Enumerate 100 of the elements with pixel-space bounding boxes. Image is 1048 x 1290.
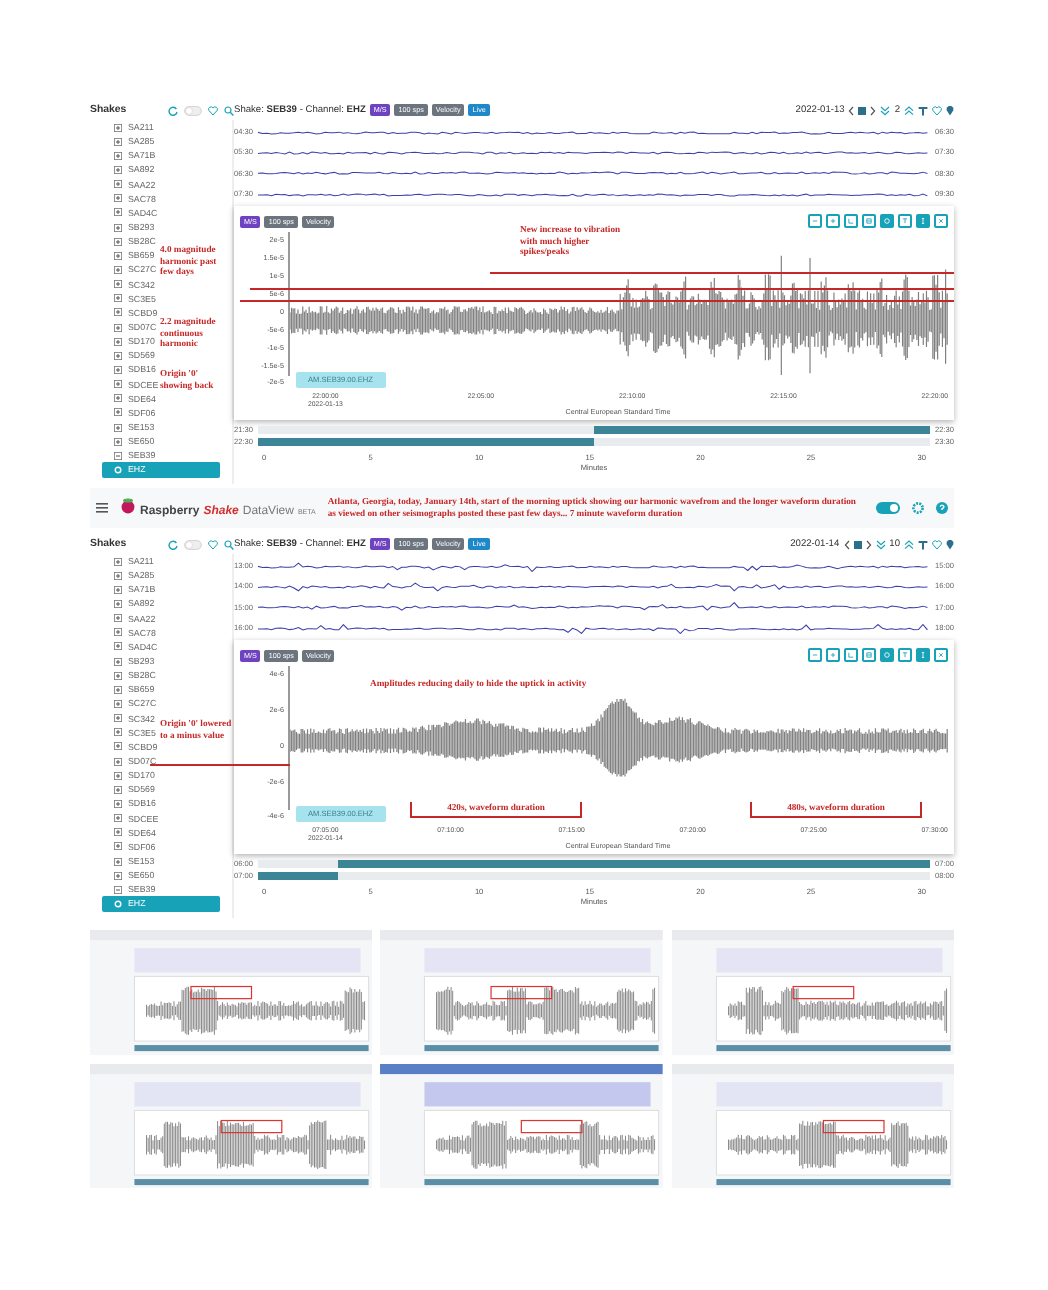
collapse-icon[interactable] [114,885,122,894]
menu-icon[interactable] [96,502,108,514]
expand-icon[interactable] [114,423,122,432]
close-button[interactable] [934,214,948,229]
expand-icon[interactable] [114,842,122,851]
scale-button[interactable] [844,648,858,663]
expand-icon[interactable] [114,408,122,417]
grid-button[interactable] [862,648,876,663]
toggle-switch-icon[interactable] [184,105,202,115]
expand-icon[interactable] [114,585,122,594]
expand-icon[interactable] [114,123,122,132]
expand-icon[interactable] [114,714,122,723]
double-chevron-down-icon[interactable] [880,105,891,115]
search-icon[interactable] [224,105,234,115]
chevron-right-icon[interactable] [870,105,877,115]
help-icon[interactable] [936,502,948,514]
expand-icon[interactable] [114,799,122,808]
grid-icon [864,214,874,229]
globe-button[interactable] [880,214,894,229]
heart-icon[interactable] [208,105,218,115]
expand-icon[interactable] [114,742,122,751]
expand-icon[interactable] [114,437,122,446]
zoom-out-button[interactable] [808,648,822,663]
expand-icon[interactable] [114,165,122,174]
expand-icon[interactable] [114,828,122,837]
expand-icon[interactable] [114,614,122,623]
expand-icon[interactable] [114,151,122,160]
globe-icon [882,648,892,663]
filter-icon[interactable] [918,105,928,115]
live-toggle[interactable] [876,502,900,514]
expand-icon[interactable] [114,380,122,389]
expand-icon[interactable] [114,814,122,823]
expand-icon[interactable] [114,394,122,403]
expand-icon[interactable] [114,728,122,737]
filter-icon[interactable] [918,539,928,549]
amplitude-button[interactable] [916,214,930,229]
refresh-icon[interactable] [168,539,178,549]
chevron-left-icon[interactable] [843,539,850,549]
expand-icon[interactable] [114,599,122,608]
globe-icon [882,214,892,229]
grid-button[interactable] [862,214,876,229]
plus-icon [828,214,838,229]
globe-button[interactable] [880,648,894,663]
chevron-right-icon[interactable] [865,539,872,549]
expand-icon[interactable] [114,685,122,694]
expand-icon[interactable] [114,757,122,766]
axis-icon [846,648,856,663]
expand-icon[interactable] [114,265,122,274]
expand-icon[interactable] [114,251,122,260]
expand-icon[interactable] [114,785,122,794]
toggle-switch-icon[interactable] [184,539,202,549]
expand-icon[interactable] [114,642,122,651]
amplitude-button[interactable] [916,648,930,663]
zoom-in-button[interactable] [826,214,840,229]
chevron-left-icon[interactable] [848,105,855,115]
expand-icon[interactable] [114,628,122,637]
expand-icon[interactable] [114,337,122,346]
expand-icon[interactable] [114,137,122,146]
expand-icon[interactable] [114,180,122,189]
close-button[interactable] [934,648,948,663]
filter-button[interactable] [898,648,912,663]
expand-icon[interactable] [114,323,122,332]
expand-icon[interactable] [114,771,122,780]
scale-button[interactable] [844,214,858,229]
expand-icon[interactable] [114,699,122,708]
expand-icon[interactable] [114,308,122,317]
t-shape-icon [900,648,910,663]
expand-icon[interactable] [114,871,122,880]
expand-icon[interactable] [114,657,122,666]
double-chevron-down-icon[interactable] [875,539,886,549]
expand-icon[interactable] [114,557,122,566]
gear-icon [114,899,122,908]
expand-icon[interactable] [114,194,122,203]
expand-icon[interactable] [114,280,122,289]
expand-icon[interactable] [114,208,122,217]
double-chevron-up-icon[interactable] [904,105,914,115]
filter-button[interactable] [898,214,912,229]
expand-icon[interactable] [114,571,122,580]
expand-icon[interactable] [114,365,122,374]
refresh-icon[interactable] [168,105,178,115]
vertical-bar-icon [918,214,928,229]
heart-icon[interactable] [932,105,942,115]
expand-icon[interactable] [114,237,122,246]
location-pin-icon[interactable] [946,539,954,549]
heart-icon[interactable] [208,539,218,549]
settings-icon[interactable] [912,502,924,514]
expand-icon[interactable] [114,223,122,232]
location-pin-icon[interactable] [946,105,954,115]
collapse-icon[interactable] [114,451,122,460]
expand-icon[interactable] [114,857,122,866]
zoom-in-button[interactable] [826,648,840,663]
expand-icon[interactable] [114,294,122,303]
double-chevron-up-icon[interactable] [904,539,914,549]
heart-icon[interactable] [932,539,942,549]
search-icon[interactable] [224,539,234,549]
calendar-icon[interactable] [853,539,862,549]
expand-icon[interactable] [114,351,122,360]
expand-icon[interactable] [114,671,122,680]
calendar-icon[interactable] [858,105,867,115]
zoom-out-button[interactable] [808,214,822,229]
